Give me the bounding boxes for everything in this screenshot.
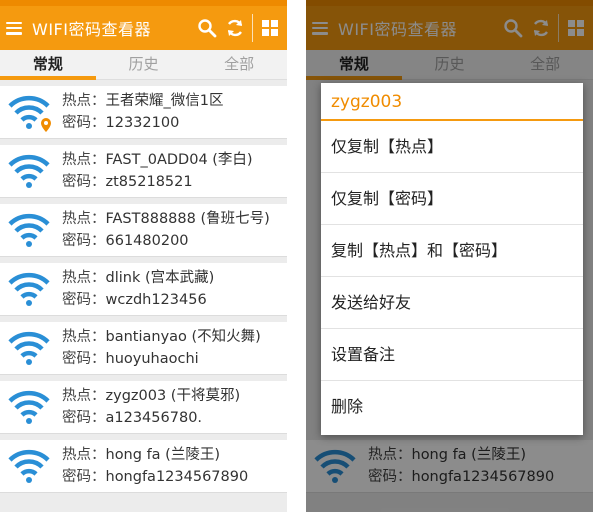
delete-option[interactable]: 删除	[321, 381, 583, 433]
wifi-icon	[8, 272, 50, 306]
hotspot-value: FAST888888 (鲁班七号)	[105, 211, 270, 227]
hotspot-value: zygz003 (干将莫邪)	[105, 388, 241, 404]
send-to-friend-option[interactable]: 发送给好友	[321, 277, 583, 329]
wifi-icon	[8, 213, 50, 247]
hotspot-label: 热点：	[62, 93, 106, 109]
app-bar: WIFI密码查看器	[0, 6, 287, 50]
refresh-icon[interactable]	[224, 17, 246, 39]
tab-history[interactable]: 历史	[96, 50, 192, 79]
hamburger-menu-icon[interactable]	[6, 21, 22, 35]
password-value: huoyuhaochi	[105, 351, 199, 367]
password-value: 661480200	[105, 233, 189, 249]
search-icon[interactable]	[196, 17, 218, 39]
context-menu-dialog: zygz003 仅复制【热点】 仅复制【密码】 复制【热点】和【密码】 发送给好…	[321, 83, 583, 435]
password-value: wczdh123456	[105, 292, 207, 308]
wifi-icon	[8, 95, 51, 132]
hotspot-label: 热点：	[62, 447, 106, 463]
wifi-icon	[8, 449, 50, 483]
password-value: zt85218521	[105, 174, 193, 190]
location-pin-icon	[41, 118, 51, 132]
copy-password-option[interactable]: 仅复制【密码】	[321, 173, 583, 225]
hotspot-label: 热点：	[62, 211, 106, 227]
wifi-icon	[8, 390, 50, 424]
list-item[interactable]: 热点：王者荣耀_微信1区 密码：12332100	[0, 86, 287, 139]
copy-both-option[interactable]: 复制【热点】和【密码】	[321, 225, 583, 277]
hotspot-value: hong fa (兰陵王)	[105, 447, 220, 463]
password-label: 密码：	[62, 233, 106, 249]
hotspot-value: dlink (宫本武藏)	[105, 270, 215, 286]
wifi-icon	[8, 331, 50, 365]
hotspot-label: 热点：	[62, 329, 106, 345]
list-item[interactable]: 热点：hong fa (兰陵王) 密码：hongfa1234567890	[0, 440, 287, 493]
list-item[interactable]: 热点：FAST_0ADD04 (李白) 密码：zt85218521	[0, 145, 287, 198]
hotspot-value: 王者荣耀_微信1区	[105, 93, 224, 109]
wifi-icon	[8, 154, 50, 188]
password-label: 密码：	[62, 469, 106, 485]
tab-general[interactable]: 常规	[0, 50, 96, 80]
set-note-option[interactable]: 设置备注	[321, 329, 583, 381]
list-item[interactable]: 热点：FAST888888 (鲁班七号) 密码：661480200	[0, 204, 287, 257]
password-label: 密码：	[62, 115, 106, 131]
password-value: 12332100	[105, 115, 180, 131]
list-item[interactable]: 热点：bantianyao (不知火舞) 密码：huoyuhaochi	[0, 322, 287, 375]
appbar-divider	[252, 14, 253, 42]
dialog-title: zygz003	[321, 83, 583, 121]
tab-bar: 常规 历史 全部	[0, 50, 287, 80]
copy-hotspot-option[interactable]: 仅复制【热点】	[321, 121, 583, 173]
password-label: 密码：	[62, 351, 106, 367]
hotspot-label: 热点：	[62, 270, 106, 286]
password-label: 密码：	[62, 410, 106, 426]
list-item[interactable]: 热点：zygz003 (干将莫邪) 密码：a123456780.	[0, 381, 287, 434]
password-label: 密码：	[62, 174, 106, 190]
tab-all[interactable]: 全部	[191, 50, 287, 79]
hotspot-value: FAST_0ADD04 (李白)	[105, 152, 253, 168]
hotspot-label: 热点：	[62, 152, 106, 168]
hotspot-value: bantianyao (不知火舞)	[105, 329, 261, 345]
password-label: 密码：	[62, 292, 106, 308]
hotspot-label: 热点：	[62, 388, 106, 404]
wifi-list: 热点：王者荣耀_微信1区 密码：12332100 热点：FAST_0ADD04 …	[0, 86, 287, 499]
list-item[interactable]: 热点：dlink (宫本武藏) 密码：wczdh123456	[0, 263, 287, 316]
phone-screen-dialog: WIFI密码查看器 常规 历史 全部 热点：hong fa (兰陵王) 密码：h…	[306, 0, 593, 512]
app-title: WIFI密码查看器	[32, 20, 151, 39]
grid-icon[interactable]	[259, 17, 281, 39]
phone-screen-list: WIFI密码查看器 常规 历史 全部 热点：王者荣耀_微信1区 密码：12332…	[0, 0, 287, 512]
password-value: a123456780.	[105, 410, 203, 426]
password-value: hongfa1234567890	[105, 469, 249, 485]
